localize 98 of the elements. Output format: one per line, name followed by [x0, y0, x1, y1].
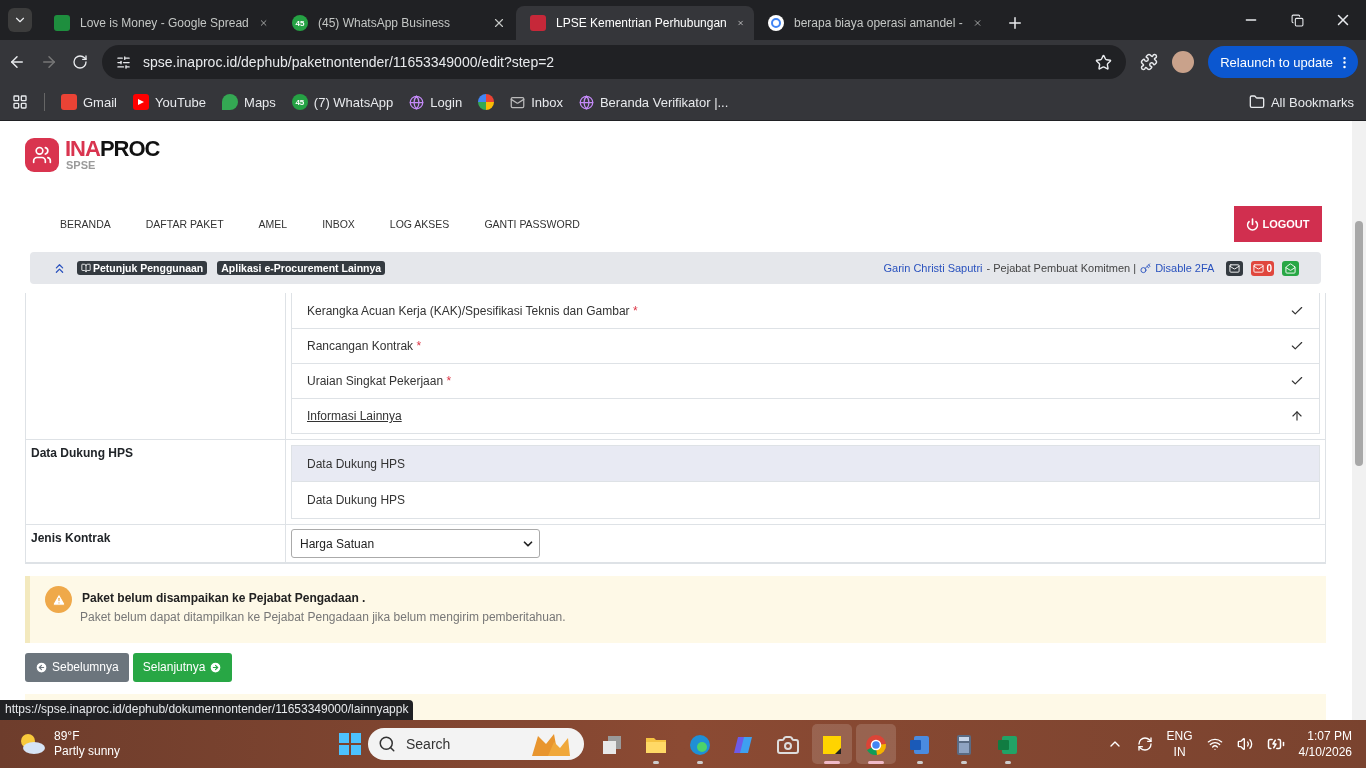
user-role: - Pejabat Pembuat Komitmen | [986, 262, 1137, 274]
browser-tab[interactable]: 45 (45) WhatsApp Business [278, 6, 516, 40]
upload-arrow-icon[interactable] [1290, 409, 1304, 423]
globe-icon [409, 94, 425, 110]
relaunch-button[interactable]: Relaunch to update [1208, 46, 1358, 78]
chat-badge-icon: 45 [292, 15, 308, 31]
bookmark-item[interactable]: Inbox [510, 94, 563, 110]
nav-link[interactable]: DAFTAR PAKET [145, 218, 224, 230]
map-pin-icon [222, 94, 239, 110]
sync-icon[interactable] [1136, 736, 1153, 752]
browser-logo-icon [864, 732, 888, 757]
scrollbar[interactable] [1352, 121, 1366, 720]
user-name-link[interactable]: Garin Christi Saputri [883, 262, 983, 274]
taskbar-search-field[interactable]: Search [368, 728, 584, 760]
site-info-icon[interactable] [116, 54, 131, 70]
wifi-icon[interactable] [1206, 736, 1223, 752]
bookmark-item[interactable]: Maps [222, 94, 276, 110]
weather-description: Partly sunny [54, 744, 121, 759]
back-icon[interactable] [8, 53, 26, 71]
close-icon[interactable] [492, 16, 506, 30]
restore-icon[interactable] [1290, 13, 1304, 27]
logo-mark-icon [25, 138, 59, 172]
document-list-item[interactable]: Rancangan Kontrak * [291, 328, 1320, 364]
browser-tab[interactable]: Love is Money - Google Spread [40, 6, 278, 40]
power-icon [1246, 217, 1260, 231]
logout-button[interactable]: LOGOUT [1234, 206, 1322, 242]
chat-badge-icon: 45 [291, 94, 308, 110]
alert-message: Paket belum dapat ditampilkan ke Pejabat Pengadaan jika belum mengirim pemberitahuan. [80, 610, 566, 624]
sun-cloud-icon [18, 732, 46, 756]
bookmark-item[interactable]: Login [409, 94, 463, 110]
taskbar-app[interactable] [856, 724, 896, 764]
book-icon [81, 263, 91, 273]
messages-button[interactable] [1226, 260, 1244, 276]
bookmark-star-icon[interactable] [1095, 53, 1113, 71]
new-tab-icon[interactable] [1006, 14, 1024, 32]
field-label: Jenis Kontrak [31, 531, 111, 545]
open-mail-button[interactable] [1282, 260, 1299, 276]
bookmark-item[interactable]: 45 (7) WhatsApp [291, 94, 394, 110]
document-list-item[interactable]: Informasi Lainnya [291, 398, 1320, 434]
language-indicator[interactable]: ENG IN [1166, 727, 1193, 761]
temperature: 89°F [54, 729, 81, 744]
spreadsheet-icon [54, 15, 70, 31]
bookmark-item[interactable]: Gmail [61, 94, 117, 110]
warning-icon [45, 586, 72, 613]
document-list-item[interactable]: Kerangka Acuan Kerja (KAK)/Spesifikasi Teknis dan Gambar * [291, 293, 1320, 329]
volume-icon[interactable] [1236, 736, 1253, 752]
profile-avatar[interactable] [1172, 51, 1195, 73]
pinwheel-icon [478, 94, 495, 110]
nav-link[interactable]: AMEL [258, 218, 288, 230]
link-status-tooltip: https://spse.inaproc.id/dephub/dokumennontender/11653349000/lainnyappk [0, 700, 414, 720]
search-icon [378, 735, 396, 753]
info-badge-link[interactable]: Petunjuk Penggunaan [77, 261, 208, 275]
nav-link[interactable]: GANTI PASSWORD [484, 218, 580, 230]
browser-tab[interactable]: LPSE Kementrian Perhubungan [516, 6, 754, 40]
bookmark-item[interactable]: YouTube [132, 94, 207, 110]
key-icon [1140, 262, 1152, 274]
envelope-icon [1253, 262, 1265, 274]
nav-link[interactable]: LOG AKSES [389, 218, 450, 230]
bookmark-item[interactable]: Beranda Verifikator |... [578, 94, 729, 110]
bookmark-item[interactable] [478, 94, 495, 110]
arrow-left-circle-icon [35, 660, 48, 674]
previous-button[interactable]: Sebelumnya [25, 652, 129, 682]
contract-type-select[interactable]: Harga Satuan [291, 529, 540, 558]
panel-header: Data Dukung HPS [291, 445, 1320, 482]
document-list-item[interactable]: Uraian Singkat Pekerjaan * [291, 363, 1320, 399]
clock[interactable]: 1:07 PM 4/10/2026 [1298, 727, 1352, 761]
open-envelope-icon [1285, 262, 1296, 274]
envelope-icon [510, 94, 526, 110]
panel-body: Data Dukung HPS [291, 482, 1320, 519]
extensions-icon[interactable] [1140, 53, 1159, 71]
globe-icon [578, 94, 594, 110]
windows-start-icon[interactable] [338, 732, 362, 756]
logo-text: INA [65, 136, 100, 161]
site-logo-icon [530, 15, 546, 31]
address-bar[interactable]: spse.inaproc.id/dephub/paketnontender/11653349000/edit?step=2 [102, 45, 1127, 79]
disable-2fa-link[interactable]: Disable 2FA [1155, 262, 1215, 274]
field-label: Data Dukung HPS [31, 446, 133, 460]
play-icon [132, 94, 149, 110]
envelope-icon [1229, 262, 1241, 274]
arrow-right-circle-icon [209, 660, 223, 674]
forward-icon[interactable] [40, 53, 58, 71]
tab-search-button[interactable] [8, 8, 32, 32]
nav-link[interactable]: BERANDA [60, 218, 111, 230]
folder-icon [1248, 94, 1265, 110]
swirl-logo-icon [688, 732, 712, 757]
all-bookmarks-item[interactable]: All Bookmarks [1248, 94, 1354, 110]
envelope-icon [61, 94, 77, 110]
nav-link[interactable]: INBOX [322, 218, 355, 230]
google-icon [768, 15, 784, 31]
apps-grid-icon[interactable] [12, 94, 28, 110]
logo-subtitle: SPSE [66, 160, 97, 171]
info-badge-link[interactable]: Aplikasi e-Procurement Lainnya [217, 261, 386, 275]
taskbar-app[interactable] [812, 724, 852, 764]
logo-text: PROC [99, 136, 160, 161]
alert-title: Paket belum disampaikan ke Pejabat Pengadaan . [82, 591, 367, 605]
inbox-count-button[interactable]: 0 [1251, 260, 1274, 276]
browser-tab[interactable]: berapa biaya operasi amandel - [754, 6, 992, 40]
reload-icon[interactable] [72, 54, 88, 70]
